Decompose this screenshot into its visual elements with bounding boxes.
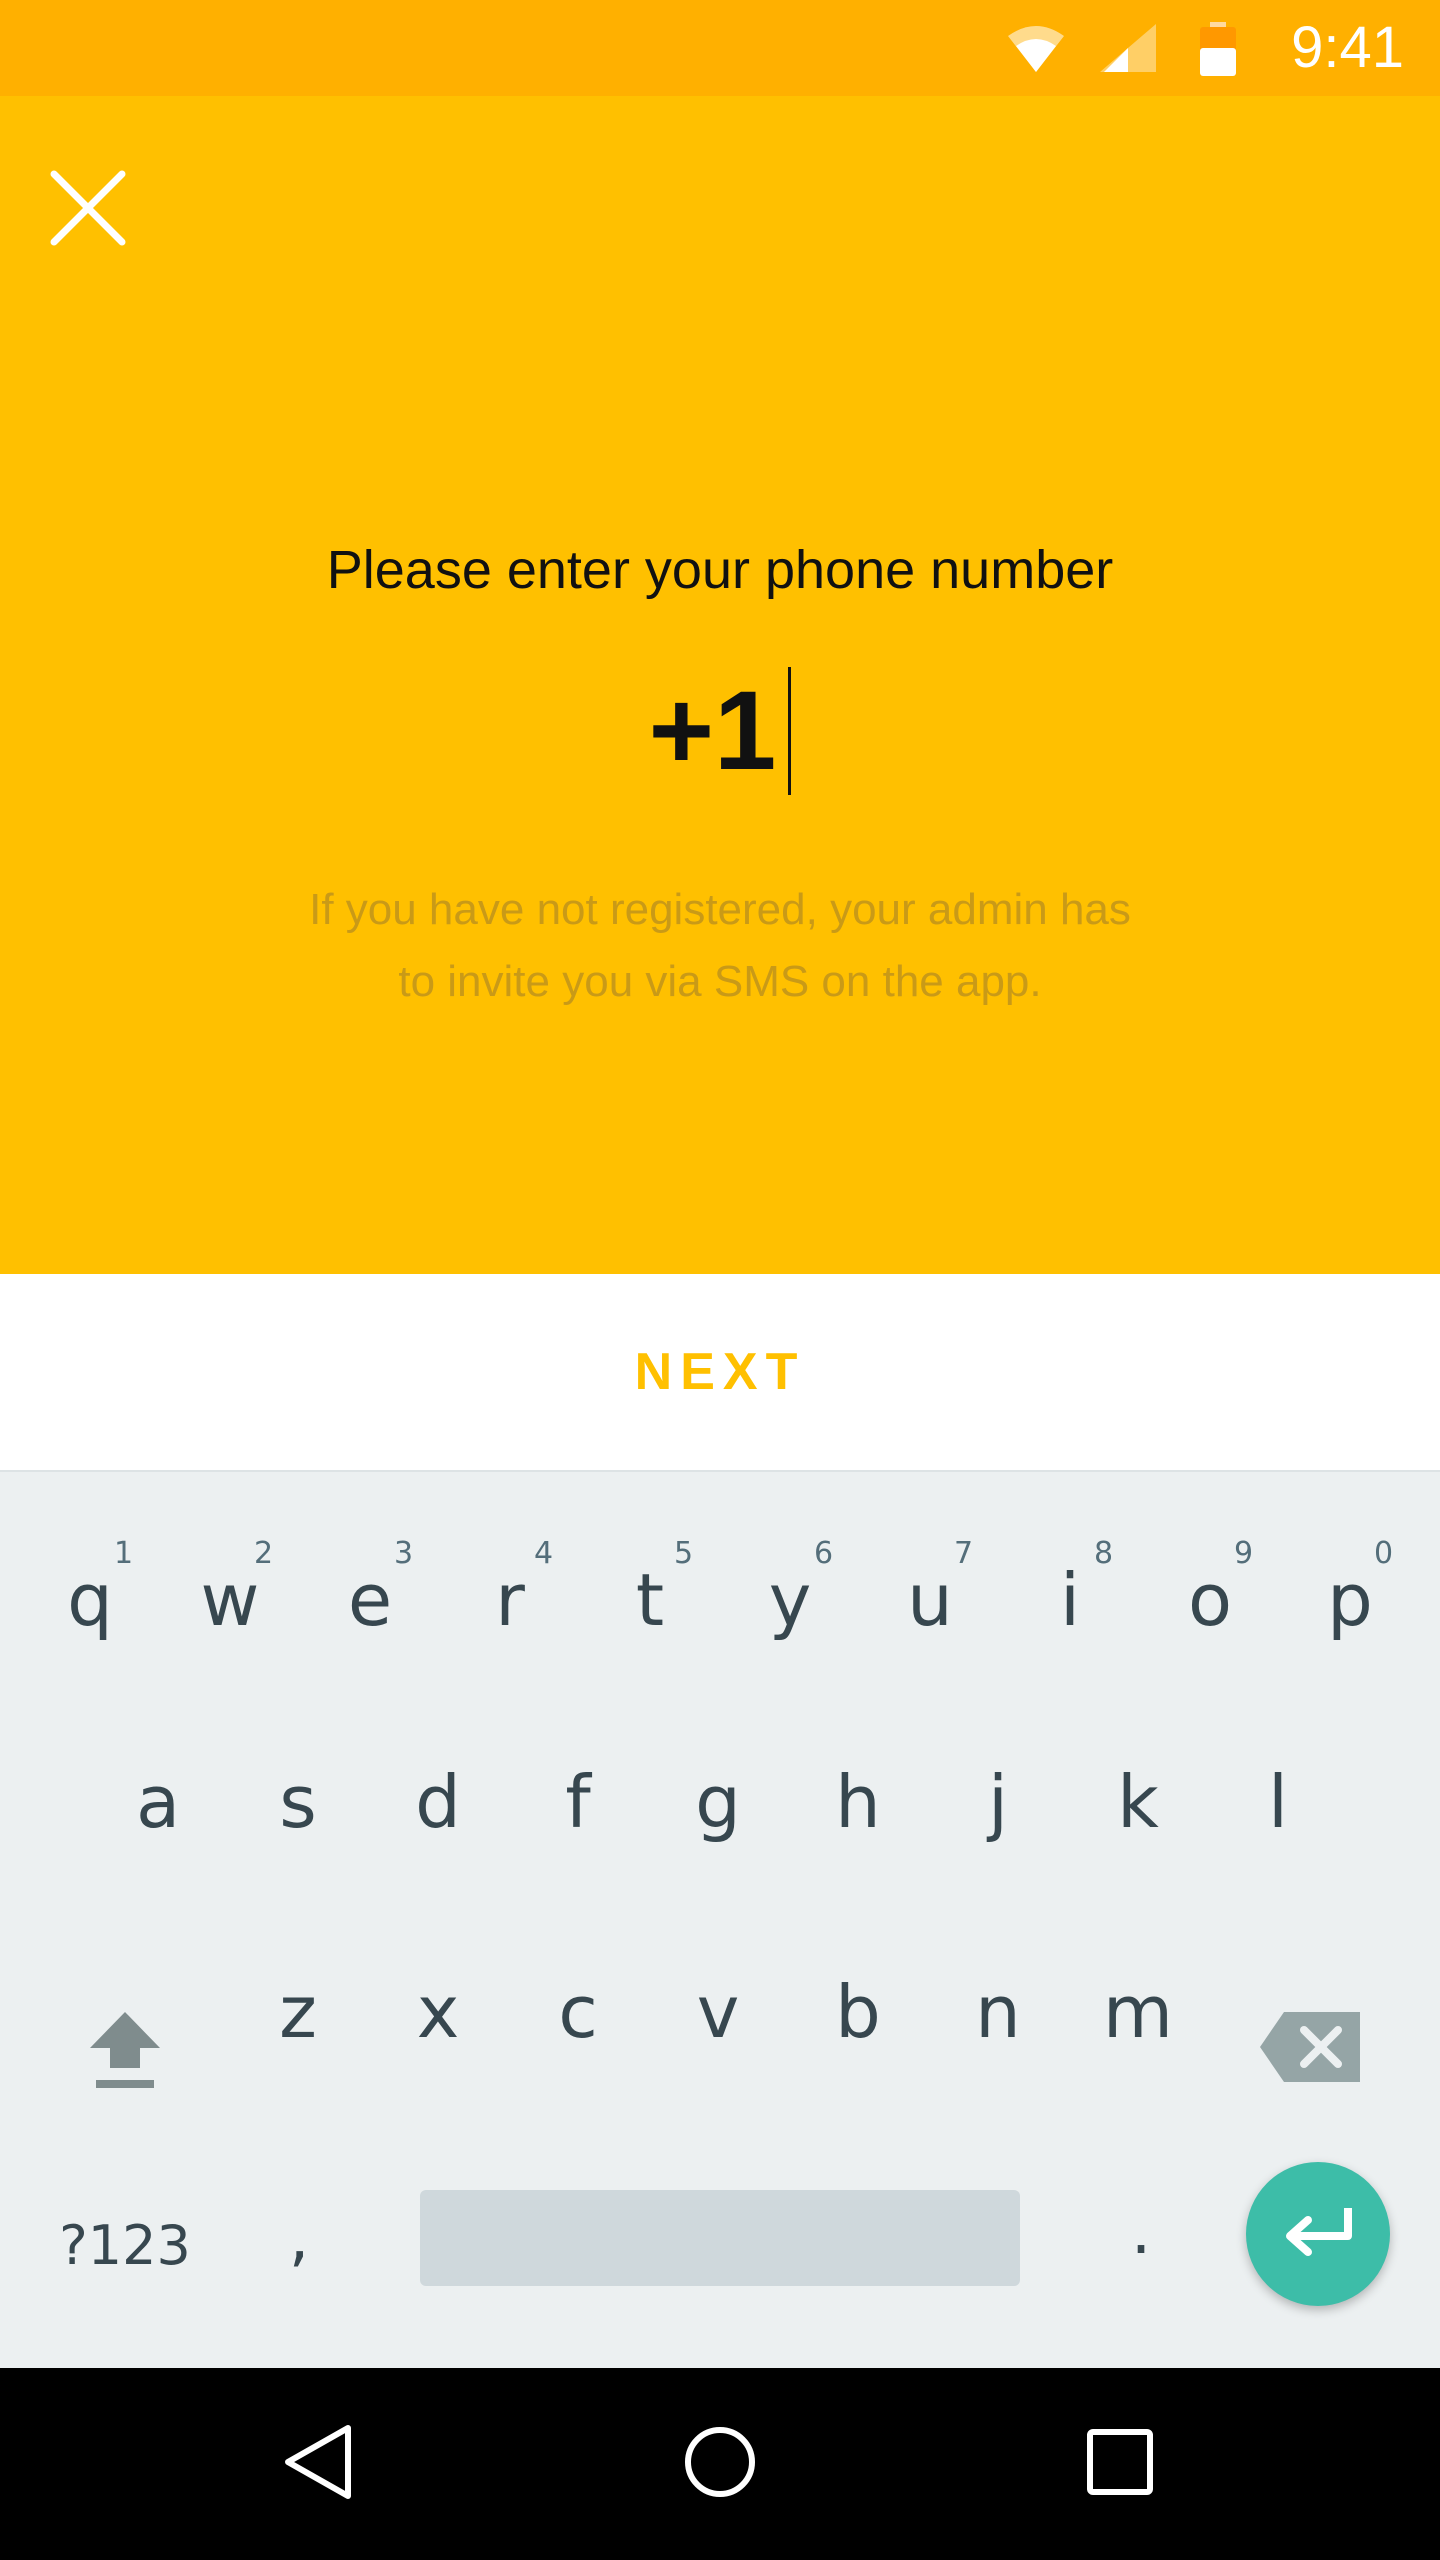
symbols-key[interactable]: ?123	[40, 2198, 210, 2294]
wifi-icon	[1006, 22, 1066, 79]
key-t[interactable]: t	[580, 1552, 720, 1672]
key-number-hint: 6	[814, 1536, 834, 1571]
key-b[interactable]: b	[788, 1964, 928, 2084]
key-i[interactable]: i	[1000, 1552, 1140, 1672]
soft-keyboard: q1w2e3r4t5y6u7i8o9p0 asdfghjkl zxcvbnm ?12…	[0, 1470, 1440, 2368]
key-l[interactable]: l	[1208, 1754, 1348, 1874]
battery-icon	[1200, 22, 1236, 81]
key-s[interactable]: s	[228, 1754, 368, 1874]
key-c[interactable]: c	[508, 1964, 648, 2084]
key-x[interactable]: x	[368, 1964, 508, 2084]
key-number-hint: 0	[1374, 1536, 1394, 1571]
key-e[interactable]: e	[300, 1552, 440, 1672]
key-number-hint: 5	[674, 1536, 694, 1571]
recents-icon	[1080, 2422, 1160, 2507]
key-v[interactable]: v	[648, 1964, 788, 2084]
key-number-hint: 9	[1234, 1536, 1254, 1571]
status-time: 9:41	[1291, 15, 1404, 80]
key-r[interactable]: r	[440, 1552, 580, 1672]
hint-line-1: If you have not registered, your admin h…	[309, 885, 1131, 934]
key-k[interactable]: k	[1068, 1754, 1208, 1874]
key-number-hint: 2	[254, 1536, 274, 1571]
phone-prompt: Please enter your phone number	[326, 540, 1114, 600]
shift-key[interactable]	[70, 1992, 180, 2102]
key-g[interactable]: g	[648, 1754, 788, 1874]
registration-hint: If you have not registered, your admin h…	[220, 874, 1220, 1018]
key-f[interactable]: f	[508, 1754, 648, 1874]
space-key[interactable]	[420, 2190, 1020, 2286]
phone-entry-screen: Please enter your phone number +1 If you…	[0, 96, 1440, 1274]
back-icon	[278, 2422, 358, 2507]
phone-input-value[interactable]: +1	[649, 666, 777, 796]
phone-input[interactable]: +1	[0, 666, 1440, 796]
text-cursor	[788, 667, 792, 795]
key-number-hint: 7	[954, 1536, 974, 1571]
key-o[interactable]: o	[1140, 1552, 1280, 1672]
key-number-hint: 1	[114, 1536, 134, 1571]
close-button[interactable]	[40, 162, 136, 258]
key-h[interactable]: h	[788, 1754, 928, 1874]
key-q[interactable]: q	[20, 1552, 160, 1672]
shift-icon	[70, 2012, 180, 2106]
key-m[interactable]: m	[1068, 1964, 1208, 2084]
key-p[interactable]: p	[1280, 1552, 1420, 1672]
key-number-hint: 3	[394, 1536, 414, 1571]
home-icon	[680, 2422, 760, 2507]
next-button[interactable]: NEXT	[595, 1322, 846, 1422]
key-u[interactable]: u	[860, 1552, 1000, 1672]
navigation-bar	[0, 2368, 1440, 2560]
recents-button[interactable]	[1064, 2408, 1176, 2520]
home-button[interactable]	[664, 2408, 776, 2520]
key-d[interactable]: d	[368, 1754, 508, 1874]
next-bar: NEXT	[0, 1274, 1440, 1470]
key-number-hint: 4	[534, 1536, 554, 1571]
backspace-key[interactable]	[1256, 1992, 1366, 2102]
key-a[interactable]: a	[88, 1754, 228, 1874]
cell-signal-icon	[1098, 22, 1158, 79]
key-z[interactable]: z	[228, 1964, 368, 2084]
status-bar: 9:41	[0, 0, 1440, 96]
back-button[interactable]	[262, 2408, 374, 2520]
close-icon	[48, 168, 128, 253]
key-y[interactable]: y	[720, 1552, 860, 1672]
backspace-icon	[1256, 2012, 1366, 2106]
comma-key[interactable]: ,	[254, 2190, 344, 2286]
key-w[interactable]: w	[160, 1552, 300, 1672]
key-number-hint: 8	[1094, 1536, 1114, 1571]
key-j[interactable]: j	[928, 1754, 1068, 1874]
key-n[interactable]: n	[928, 1964, 1068, 2084]
enter-key[interactable]	[1246, 2162, 1390, 2306]
enter-icon	[1278, 2202, 1358, 2267]
period-key[interactable]: .	[1096, 2184, 1186, 2280]
hint-line-2: to invite you via SMS on the app.	[398, 957, 1042, 1006]
